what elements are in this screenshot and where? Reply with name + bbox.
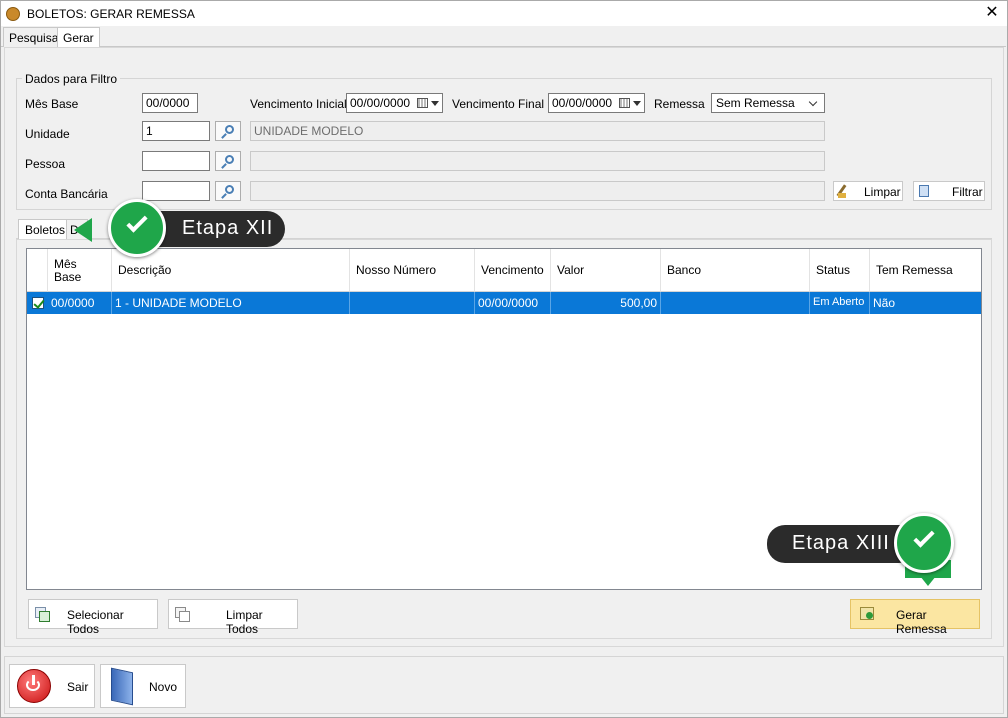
window-title: BOLETOS: GERAR REMESSA bbox=[27, 7, 195, 21]
venc-final-value: 00/00/0000 bbox=[552, 96, 613, 110]
search-icon bbox=[225, 185, 234, 194]
cell-nosso-numero bbox=[350, 292, 475, 314]
grid-header-check bbox=[27, 249, 48, 292]
conta-code-field[interactable] bbox=[142, 181, 210, 201]
novo-label: Novo bbox=[149, 680, 178, 694]
cell-status: Em Aberto bbox=[810, 292, 870, 314]
venc-inicial-value: 00/00/0000 bbox=[350, 96, 411, 110]
conta-name-field bbox=[250, 181, 825, 201]
col-header-vencimento[interactable]: Vencimento bbox=[475, 249, 551, 292]
unidade-name-field: UNIDADE MODELO bbox=[250, 121, 825, 141]
cell-mes-base: 00/0000 bbox=[48, 292, 112, 314]
check-badge-icon bbox=[108, 199, 166, 257]
calendar-icon bbox=[417, 98, 428, 108]
col-header-descricao[interactable]: Descrição bbox=[112, 249, 350, 292]
search-icon-handle bbox=[221, 133, 227, 139]
close-icon[interactable]: ✕ bbox=[981, 4, 1003, 24]
mes-base-field[interactable]: 00/0000 bbox=[142, 93, 198, 113]
step-callout-13-label: Etapa XIII bbox=[792, 532, 890, 554]
conta-bancaria-label: Conta Bancária bbox=[25, 187, 108, 201]
step-callout-12-label: Etapa XII bbox=[182, 217, 274, 239]
venc-final-label: Vencimento Final bbox=[452, 97, 545, 111]
mes-base-label: Mês Base bbox=[25, 97, 79, 111]
cell-valor: 500,00 bbox=[551, 292, 661, 314]
pessoa-code-field[interactable] bbox=[142, 151, 210, 171]
filtrar-label: Filtrar bbox=[952, 185, 983, 199]
tab-pesquisa[interactable]: Pesquisa bbox=[3, 27, 65, 47]
unidade-label: Unidade bbox=[25, 127, 70, 141]
row-checkbox[interactable] bbox=[32, 297, 44, 309]
search-icon bbox=[225, 125, 234, 134]
clear-all-icon-front bbox=[179, 611, 190, 622]
cell-descricao: 1 - UNIDADE MODELO bbox=[112, 292, 350, 314]
selecionar-todos-label: Selecionar Todos bbox=[67, 608, 124, 636]
remessa-value: Sem Remessa bbox=[716, 96, 795, 110]
power-icon-bar bbox=[32, 675, 35, 685]
col-header-banco[interactable]: Banco bbox=[661, 249, 810, 292]
chevron-down-icon bbox=[633, 101, 641, 106]
limpar-todos-label: Limpar Todos bbox=[226, 608, 263, 636]
limpar-button[interactable]: Limpar bbox=[833, 181, 903, 201]
app-icon bbox=[6, 7, 20, 21]
chevron-down-icon bbox=[431, 101, 439, 106]
unidade-search-button[interactable] bbox=[215, 121, 241, 141]
novo-button[interactable]: Novo bbox=[100, 664, 186, 708]
check-icon bbox=[126, 211, 148, 233]
col-header-status[interactable]: Status bbox=[810, 249, 870, 292]
conta-search-button[interactable] bbox=[215, 181, 241, 201]
calendar-icon bbox=[619, 98, 630, 108]
venc-inicial-label: Vencimento Inicial bbox=[250, 97, 347, 111]
check-badge-icon bbox=[894, 513, 954, 573]
limpar-label: Limpar bbox=[864, 185, 901, 199]
chevron-down-icon bbox=[808, 97, 818, 107]
generate-icon-arrow bbox=[866, 612, 873, 619]
pessoa-label: Pessoa bbox=[25, 157, 66, 171]
cell-vencimento: 00/00/0000 bbox=[475, 292, 551, 314]
tab-strip bbox=[1, 27, 1006, 47]
col-header-nosso-numero[interactable]: Nosso Número bbox=[350, 249, 475, 292]
venc-inicial-picker[interactable]: 00/00/0000 bbox=[346, 93, 443, 113]
filter-icon bbox=[919, 185, 929, 197]
remessa-label: Remessa bbox=[654, 97, 705, 111]
step-callout-12-pointer bbox=[74, 218, 92, 242]
remessa-select[interactable]: Sem Remessa bbox=[711, 93, 825, 113]
search-icon bbox=[225, 155, 234, 164]
limpar-todos-button[interactable]: Limpar Todos bbox=[168, 599, 298, 636]
broom-icon-head bbox=[838, 193, 846, 198]
pessoa-search-button[interactable] bbox=[215, 151, 241, 171]
venc-final-picker[interactable]: 00/00/0000 bbox=[548, 93, 645, 113]
gerar-remessa-label: Gerar Remessa bbox=[896, 608, 947, 636]
filtrar-button[interactable]: Filtrar bbox=[913, 181, 985, 201]
search-icon-handle bbox=[221, 193, 227, 199]
cell-banco bbox=[661, 292, 810, 314]
selecionar-todos-button[interactable]: Selecionar Todos bbox=[28, 599, 158, 636]
title-bar: BOLETOS: GERAR REMESSA ✕ bbox=[0, 0, 1008, 26]
cell-tem-remessa: Não bbox=[873, 296, 896, 310]
col-header-tem-remessa[interactable]: Tem Remessa bbox=[870, 249, 981, 292]
check-icon bbox=[913, 526, 935, 548]
sair-button[interactable]: Sair bbox=[9, 664, 95, 708]
col-header-mes-base[interactable]: Mês Base bbox=[48, 249, 112, 292]
search-icon-handle bbox=[221, 163, 227, 169]
col-header-valor[interactable]: Valor bbox=[551, 249, 661, 292]
sair-label: Sair bbox=[67, 680, 89, 694]
unidade-code-field[interactable]: 1 bbox=[142, 121, 210, 141]
tab-boletos[interactable]: Boletos bbox=[18, 219, 73, 239]
new-document-icon bbox=[111, 667, 133, 706]
pessoa-name-field bbox=[250, 151, 825, 171]
select-all-icon-front bbox=[39, 611, 50, 622]
gerar-remessa-button[interactable]: Gerar Remessa bbox=[850, 599, 980, 636]
filter-legend: Dados para Filtro bbox=[22, 72, 121, 86]
tab-gerar[interactable]: Gerar bbox=[57, 27, 100, 48]
